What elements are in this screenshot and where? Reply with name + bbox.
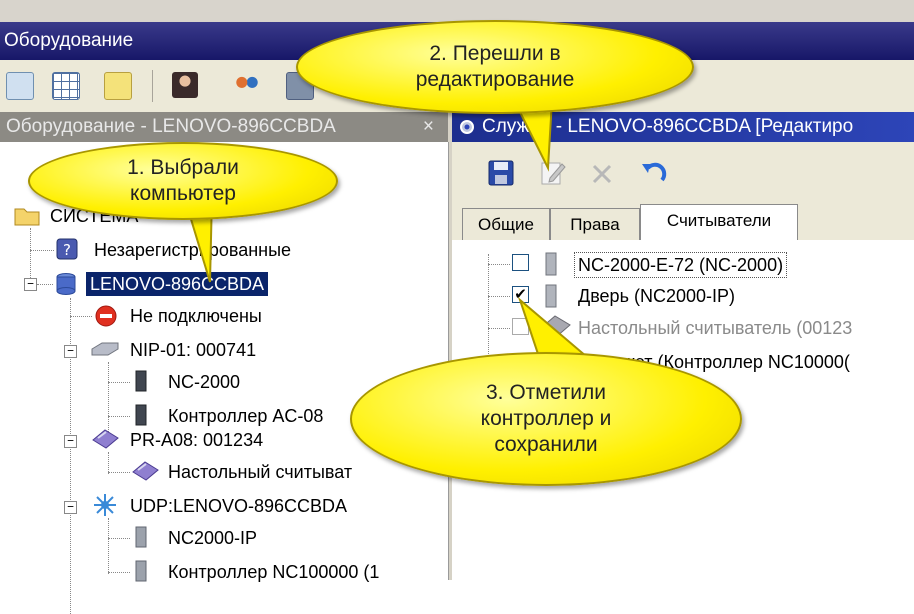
callout-step-1: 1. Выбрали компьютер: [28, 142, 338, 220]
callout-step-2: 2. Перешли в редактирование: [296, 20, 694, 114]
callout-step-2-text: 2. Перешли в редактирование: [415, 42, 575, 91]
callout-step-3: 3. Отметили контроллер и сохранили: [350, 352, 742, 486]
callout-step-3-text: 3. Отметили контроллер и сохранили: [480, 381, 612, 456]
callout-step-1-text: 1. Выбрали компьютер: [127, 156, 239, 205]
